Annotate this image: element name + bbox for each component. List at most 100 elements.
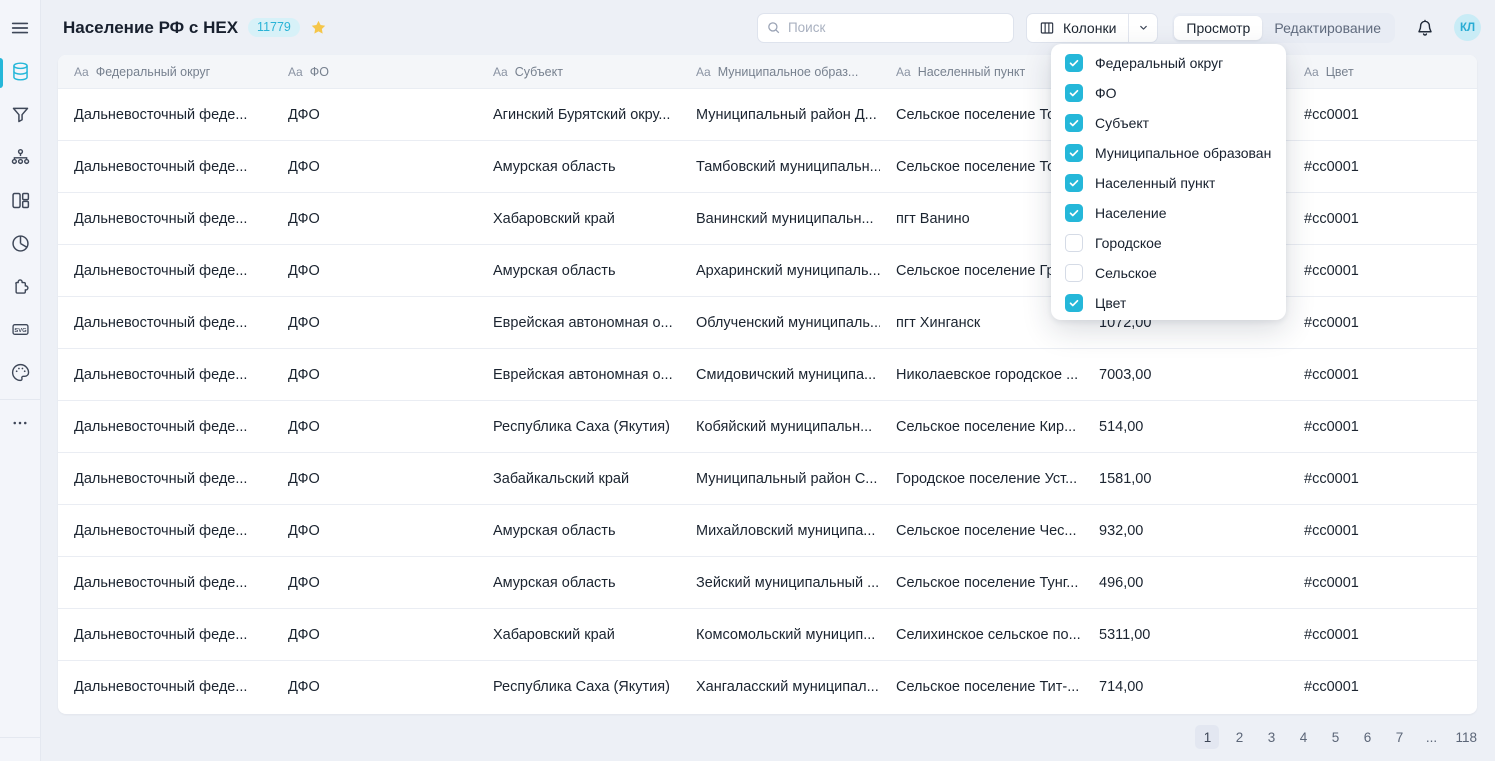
puzzle-icon — [10, 276, 31, 297]
cell: Городское поселение Уст... — [880, 453, 1083, 504]
search-box — [757, 13, 1014, 43]
cell: Амурская область — [477, 141, 680, 192]
sidebar: SVG — [0, 0, 41, 761]
page-button-7[interactable]: 7 — [1387, 725, 1411, 749]
column-header-subject[interactable]: AaСубъект — [477, 55, 680, 88]
columns-button[interactable]: Колонки — [1026, 13, 1158, 43]
checkbox[interactable] — [1065, 84, 1083, 102]
cell: Дальневосточный феде... — [58, 245, 272, 296]
notifications-bell-icon[interactable] — [1415, 18, 1435, 38]
page-button-4[interactable]: 4 — [1291, 725, 1315, 749]
column-toggle-federal-district[interactable]: Федеральный округ — [1051, 48, 1286, 78]
cell: Архаринский муниципаль... — [680, 245, 880, 296]
cell: Еврейская автономная о... — [477, 349, 680, 400]
cell: Дальневосточный феде... — [58, 661, 272, 713]
cell: 496,00 — [1083, 557, 1288, 608]
cell: #cc0001 — [1288, 401, 1477, 452]
hamburger-menu-icon[interactable] — [9, 17, 31, 39]
checkbox[interactable] — [1065, 54, 1083, 72]
cell: Сельское поселение Кир... — [880, 401, 1083, 452]
checkbox[interactable] — [1065, 294, 1083, 312]
checkbox[interactable] — [1065, 234, 1083, 252]
column-toggle-municipality[interactable]: Муниципальное образован... — [1051, 138, 1286, 168]
cell: 5311,00 — [1083, 609, 1288, 660]
cell: Амурская область — [477, 245, 680, 296]
column-toggle-population[interactable]: Население — [1051, 198, 1286, 228]
column-header-federal-district[interactable]: AaФедеральный округ — [58, 55, 272, 88]
sidebar-item-layout[interactable] — [0, 190, 40, 211]
cell: ДФО — [272, 609, 477, 660]
checkbox[interactable] — [1065, 204, 1083, 222]
checkbox[interactable] — [1065, 114, 1083, 132]
columns-icon — [1039, 20, 1055, 36]
page-button-1[interactable]: 1 — [1195, 725, 1219, 749]
checkbox[interactable] — [1065, 174, 1083, 192]
table-row[interactable]: Дальневосточный феде...ДФОРеспублика Сах… — [58, 401, 1477, 453]
cell: #cc0001 — [1288, 349, 1477, 400]
user-avatar[interactable]: КЛ — [1454, 14, 1481, 41]
cell: #cc0001 — [1288, 505, 1477, 556]
text-type-icon: Aa — [493, 65, 508, 79]
checkbox[interactable] — [1065, 264, 1083, 282]
layout-icon — [10, 190, 31, 211]
column-header-color[interactable]: AaЦвет — [1288, 55, 1477, 88]
column-header-municipality[interactable]: AaМуниципальное образ... — [680, 55, 880, 88]
chevron-down-icon[interactable] — [1129, 14, 1157, 42]
sitemap-icon — [10, 147, 31, 168]
table-row[interactable]: Дальневосточный феде...ДФОАмурская облас… — [58, 505, 1477, 557]
edit-mode-button[interactable]: Редактирование — [1262, 16, 1393, 40]
table-row[interactable]: Дальневосточный феде...ДФОАмурская облас… — [58, 557, 1477, 609]
cell: Сельское поселение Тит-... — [880, 661, 1083, 713]
cell: Дальневосточный феде... — [58, 193, 272, 244]
cell: Дальневосточный феде... — [58, 557, 272, 608]
cell: 514,00 — [1083, 401, 1288, 452]
filter-icon — [10, 104, 31, 125]
sidebar-item-theme[interactable] — [0, 362, 40, 383]
sidebar-item-filters[interactable] — [0, 104, 40, 125]
svg-text:SVG: SVG — [14, 328, 27, 334]
cell: 1581,00 — [1083, 453, 1288, 504]
table-row[interactable]: Дальневосточный феде...ДФОХабаровский кр… — [58, 609, 1477, 661]
page-button-2[interactable]: 2 — [1227, 725, 1251, 749]
column-toggle-color[interactable]: Цвет — [1051, 288, 1286, 318]
table-row[interactable]: Дальневосточный феде...ДФОЕврейская авто… — [58, 349, 1477, 401]
page-button-118[interactable]: 118 — [1451, 725, 1481, 749]
column-toggle-rural[interactable]: Сельское — [1051, 258, 1286, 288]
cell: Николаевское городское ... — [880, 349, 1083, 400]
search-input[interactable] — [757, 13, 1014, 43]
sidebar-item-more[interactable] — [0, 414, 40, 432]
table-row[interactable]: Дальневосточный феде...ДФОЗабайкальский … — [58, 453, 1477, 505]
sidebar-divider — [0, 399, 41, 400]
favorite-star-icon[interactable] — [310, 19, 327, 36]
cell: #cc0001 — [1288, 609, 1477, 660]
cell: Дальневосточный феде... — [58, 349, 272, 400]
sidebar-item-data[interactable] — [0, 61, 40, 82]
column-toggle-urban[interactable]: Городское — [1051, 228, 1286, 258]
page-button-3[interactable]: 3 — [1259, 725, 1283, 749]
text-type-icon: Aa — [696, 65, 711, 79]
column-toggle-fo[interactable]: ФО — [1051, 78, 1286, 108]
page-title: Население РФ с HEX — [63, 18, 238, 38]
cell: Дальневосточный феде... — [58, 505, 272, 556]
cell: Сельское поселение Чес... — [880, 505, 1083, 556]
column-header-fo[interactable]: AaФО — [272, 55, 477, 88]
sidebar-item-hierarchy[interactable] — [0, 147, 40, 168]
cell: 714,00 — [1083, 661, 1288, 713]
sidebar-item-charts[interactable] — [0, 233, 40, 254]
text-type-icon: Aa — [288, 65, 303, 79]
view-mode-button[interactable]: Просмотр — [1174, 16, 1262, 40]
sidebar-item-plugins[interactable] — [0, 276, 40, 297]
column-toggle-settlement[interactable]: Населенный пункт — [1051, 168, 1286, 198]
cell: Хангаласский муниципал... — [680, 661, 880, 713]
checkbox[interactable] — [1065, 144, 1083, 162]
svg-icon: SVG — [10, 319, 31, 340]
cell: Тамбовский муниципальн... — [680, 141, 880, 192]
cell: #cc0001 — [1288, 557, 1477, 608]
table-row[interactable]: Дальневосточный феде...ДФОРеспублика Сах… — [58, 661, 1477, 713]
cell: Дальневосточный феде... — [58, 89, 272, 140]
page-button-5[interactable]: 5 — [1323, 725, 1347, 749]
sidebar-item-svg-export[interactable]: SVG — [0, 319, 40, 340]
page-button-6[interactable]: 6 — [1355, 725, 1379, 749]
cell: Дальневосточный феде... — [58, 297, 272, 348]
column-toggle-subject[interactable]: Субъект — [1051, 108, 1286, 138]
